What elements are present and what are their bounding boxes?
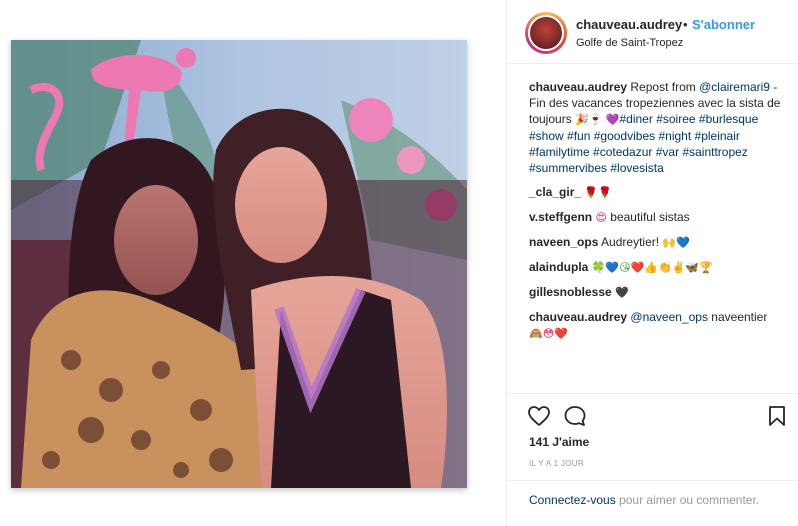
comment-username[interactable]: alaindupla <box>529 260 588 274</box>
hashtag-link[interactable]: #summervibes <box>529 161 607 175</box>
hashtag-link[interactable]: #var <box>656 145 679 159</box>
header-username[interactable]: chauveau.audrey <box>576 17 682 32</box>
comment-bubble-icon[interactable] <box>563 404 589 430</box>
comment-row: _cla_gir_ 🌹🌹 <box>529 184 791 201</box>
login-prompt-text: pour aimer ou commenter. <box>615 493 760 507</box>
comment-text: naveentier <box>707 310 768 324</box>
comment-row: alaindupla 🍀💙😘❤️👍👏✌️🦋🏆 <box>529 259 791 276</box>
comment-text: beautiful sistas <box>606 210 690 224</box>
comment-emoji: 😍 <box>595 211 607 224</box>
post-actions: 141 J'aime IL Y A 1 JOUR Connectez-vous … <box>507 393 798 511</box>
header-separator: • <box>683 17 688 32</box>
hashtag-link[interactable]: #show <box>529 129 564 143</box>
hashtag-link[interactable]: #sainttropez <box>682 145 747 159</box>
comment-row: gillesnoblesse 🖤 <box>529 284 791 301</box>
login-divider <box>507 480 798 481</box>
comment-row: v.steffgenn 😍 beautiful sistas <box>529 209 791 226</box>
login-link[interactable]: Connectez-vous <box>529 493 616 507</box>
heart-outline-icon[interactable] <box>527 404 553 430</box>
hashtag-link[interactable]: #soiree <box>656 112 695 126</box>
hashtag-link[interactable]: #diner <box>619 112 652 126</box>
follow-button[interactable]: S'abonner <box>692 17 755 32</box>
bookmark-icon[interactable] <box>765 404 791 430</box>
comment-username[interactable]: chauveau.audrey <box>529 310 627 324</box>
comment-emoji: 🖤 <box>615 286 629 299</box>
comment-emoji: 🍀💙😘❤️👍👏✌️🦋🏆 <box>591 261 713 274</box>
caption-username[interactable]: chauveau.audrey <box>529 80 627 94</box>
comment-row: naveen_ops Audreytier! 🙌💙 <box>529 234 791 251</box>
comment-emoji: 🙈😳❤️ <box>529 327 568 340</box>
login-prompt: Connectez-vous pour aimer ou commenter. <box>529 492 779 508</box>
hashtag-link[interactable]: #cotedazur <box>593 145 652 159</box>
comments-list: chauveau.audrey Repost from @clairemari9… <box>529 79 791 350</box>
caption: chauveau.audrey Repost from @clairemari9… <box>529 79 791 176</box>
post-timestamp[interactable]: IL Y A 1 JOUR <box>529 459 584 468</box>
hashtag-link[interactable]: #familytime <box>529 145 590 159</box>
avatar-image <box>528 15 564 51</box>
comment-row: chauveau.audrey @naveen_ops naveentier 🙈… <box>529 309 791 342</box>
comment-username[interactable]: naveen_ops <box>529 235 598 249</box>
comment-emoji: 🙌💙 <box>662 236 690 249</box>
comment-username[interactable]: gillesnoblesse <box>529 285 612 299</box>
comment-text: Audreytier! <box>601 235 663 249</box>
hashtag-link[interactable]: #night <box>658 129 691 143</box>
hashtag-link[interactable]: #goodvibes <box>594 129 655 143</box>
post-photo[interactable] <box>11 40 467 488</box>
caption-repost-text: Repost from <box>630 80 696 94</box>
post-photo-image <box>11 40 467 488</box>
post-sidebar: chauveau.audrey • S'abonner Golfe de Sai… <box>507 0 798 526</box>
purple-heart-emoji: 💜 <box>605 113 620 126</box>
likes-count[interactable]: 141 J'aime <box>529 435 589 449</box>
caption-mention[interactable]: @clairemari9 <box>699 80 770 94</box>
post-media-pane <box>0 0 506 526</box>
comment-username[interactable]: _cla_gir_ <box>529 185 581 199</box>
comment-username[interactable]: v.steffgenn <box>529 210 592 224</box>
avatar[interactable] <box>525 12 567 54</box>
hashtag-link[interactable]: #burlesque <box>699 112 758 126</box>
location-link[interactable]: Golfe de Saint-Tropez <box>576 37 683 49</box>
hashtag-link[interactable]: #fun <box>567 129 590 143</box>
hashtag-link[interactable]: #pleinair <box>695 129 740 143</box>
hashtag-link[interactable]: #lovesista <box>610 161 663 175</box>
party-wine-emoji: 🎉🍷 <box>575 113 603 126</box>
comment-emoji: 🌹🌹 <box>584 186 612 199</box>
comment-mention[interactable]: @naveen_ops <box>630 310 708 324</box>
post-header: chauveau.audrey • S'abonner Golfe de Sai… <box>507 0 798 64</box>
